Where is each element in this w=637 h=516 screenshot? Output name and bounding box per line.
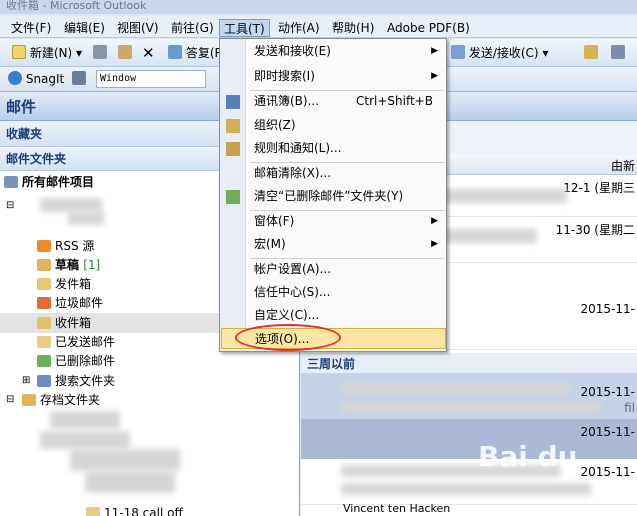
menu-help[interactable]: 帮助(H) — [328, 19, 378, 37]
folder-icon — [86, 507, 100, 516]
window-title: 收件箱 - Microsoft Outlook — [0, 0, 637, 14]
folder-search[interactable]: 搜索文件夹 — [37, 372, 115, 390]
send-receive-icon — [451, 45, 465, 59]
redacted-folder — [70, 449, 180, 471]
new-button[interactable]: 新建(N) ▾ — [12, 44, 82, 62]
menu-tools[interactable]: 工具(T) — [219, 19, 270, 37]
search-folders-toggle[interactable]: ⊞ — [22, 372, 30, 390]
delete-button[interactable]: ✕ — [142, 44, 155, 62]
group-header[interactable]: 三周以前 — [301, 353, 637, 373]
menu-item-instant-search[interactable]: 即时搜索(I) ▶ — [246, 66, 446, 87]
menu-item-account-settings[interactable]: 帐户设置(A)... — [246, 259, 446, 280]
drafts-icon — [37, 259, 51, 271]
rss-icon — [37, 240, 51, 252]
all-mail-items[interactable]: 所有邮件项目 — [4, 173, 94, 191]
print-icon — [93, 45, 107, 59]
watermark: Bai du — [478, 440, 578, 473]
menu-item-customize[interactable]: 自定义(C)... — [246, 305, 446, 326]
tools-menu-dropdown: 发送和接收(E) ▶ 即时搜索(I) ▶ 通讯簿(B)... Ctrl+Shift+B… — [219, 38, 447, 352]
redacted-folder — [50, 411, 120, 429]
redacted-text — [341, 383, 571, 395]
junk-mail-icon — [37, 297, 51, 309]
menu-view[interactable]: 视图(V) — [113, 19, 163, 37]
snagit-icon — [8, 71, 22, 85]
menu-edit[interactable]: 编辑(E) — [60, 19, 109, 37]
outbox-icon — [37, 278, 51, 290]
archive-folders[interactable]: 存档文件夹 — [22, 391, 100, 409]
folder-rss[interactable]: RSS 源 — [37, 237, 94, 255]
menu-item-address-book[interactable]: 通讯簿(B)... Ctrl+Shift+B — [246, 91, 446, 112]
send-receive-button[interactable]: 发送/接收(C) ▾ — [451, 44, 548, 62]
snagit-capture-button[interactable] — [72, 70, 86, 88]
address-book-icon — [584, 45, 598, 59]
redacted-folder — [85, 471, 175, 493]
organize-icon — [226, 119, 240, 133]
menu-file[interactable]: 文件(F) — [7, 19, 55, 37]
folder-outbox[interactable]: 发件箱 — [37, 275, 91, 293]
move-button[interactable] — [118, 44, 132, 62]
menu-item-organize[interactable]: 组织(Z) — [246, 115, 446, 136]
menu-item-mailbox-cleanup[interactable]: 邮箱清除(X)... — [246, 163, 446, 184]
rules-icon — [226, 142, 240, 156]
menu-go[interactable]: 前往(G) — [167, 19, 218, 37]
menu-bar: 文件(F) 编辑(E) 视图(V) 前往(G) 工具(T) 动作(A) 帮助(H… — [0, 16, 637, 38]
menu-item-empty-deleted[interactable]: 清空“已删除邮件”文件夹(Y) — [246, 186, 446, 207]
message-row[interactable]: Vincent ten Hacken — [301, 502, 637, 516]
move-to-folder-icon — [118, 45, 132, 59]
menu-adobe-pdf[interactable]: Adobe PDF(B) — [383, 19, 474, 37]
deleted-items-icon — [37, 355, 51, 367]
redacted-folder — [40, 431, 130, 449]
submenu-arrow-icon: ▶ — [431, 71, 438, 81]
snagit-profile-select[interactable]: Window — [96, 70, 206, 88]
find-button[interactable] — [611, 44, 625, 62]
address-book-icon — [226, 95, 240, 109]
find-icon — [611, 45, 625, 59]
sent-items-icon — [37, 336, 51, 348]
selected-message-row[interactable]: 2015-11- — [301, 419, 637, 459]
capture-icon — [72, 71, 86, 85]
folder-junk[interactable]: 垃圾邮件 — [37, 294, 103, 312]
snagit-button[interactable]: SnagIt — [8, 70, 64, 88]
new-mail-icon — [12, 45, 26, 59]
print-button[interactable] — [93, 44, 107, 62]
inbox-icon — [37, 317, 51, 329]
folder-inbox[interactable]: 收件箱 — [37, 314, 91, 332]
menu-actions[interactable]: 动作(A) — [274, 19, 324, 37]
submenu-arrow-icon: ▶ — [431, 239, 438, 249]
folder-deleted[interactable]: 已删除邮件 — [37, 352, 115, 370]
highlight-circle — [235, 324, 341, 351]
folder-drafts[interactable]: 草稿 [1] — [37, 256, 100, 274]
redacted-account — [40, 198, 102, 212]
folder-sent[interactable]: 已发送邮件 — [37, 333, 115, 351]
menu-item-rules[interactable]: 规则和通知(L)... — [246, 138, 446, 159]
delete-icon: ✕ — [142, 44, 155, 62]
reply-icon — [168, 45, 182, 59]
expand-toggle[interactable]: ⊟ — [6, 197, 14, 215]
redacted-text — [341, 401, 601, 413]
menu-item-forms[interactable]: 窗体(F) ▶ — [246, 211, 446, 232]
submenu-arrow-icon: ▶ — [431, 46, 438, 56]
submenu-arrow-icon: ▶ — [431, 216, 438, 226]
mail-folders-icon — [4, 176, 18, 188]
folder-call-off[interactable]: 11-18 call off — [86, 504, 183, 516]
empty-trash-icon — [226, 190, 240, 204]
menu-item-trust-center[interactable]: 信任中心(S)... — [246, 282, 446, 303]
address-book-button[interactable] — [584, 44, 598, 62]
archive-toggle[interactable]: ⊟ — [6, 391, 14, 409]
archive-icon — [22, 394, 36, 406]
outlook-window: 收件箱 - Microsoft Outlook 文件(F) 编辑(E) 视图(V… — [0, 0, 637, 516]
search-folder-icon — [37, 375, 51, 387]
redacted-account — [68, 211, 104, 225]
menu-item-send-receive[interactable]: 发送和接收(E) ▶ — [246, 41, 446, 62]
redacted-text — [341, 483, 591, 495]
menu-item-macro[interactable]: 宏(M) ▶ — [246, 234, 446, 255]
